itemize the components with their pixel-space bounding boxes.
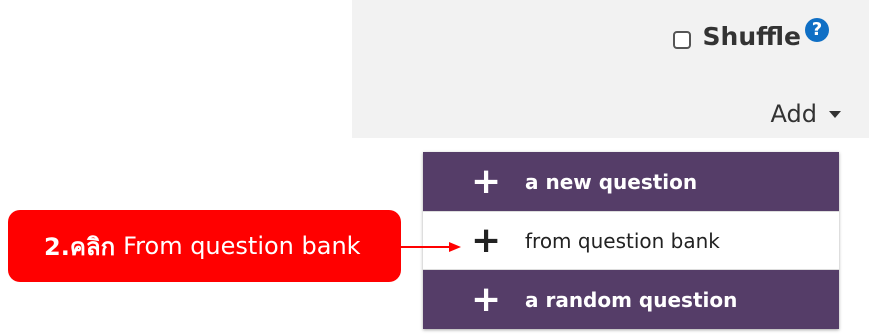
add-dropdown-menu: + a new question + from question bank + … [423,152,839,329]
plus-icon: + [471,219,502,261]
callout-text: From question bank [123,232,361,260]
callout-step: 2.คลิก [44,232,116,261]
shuffle-checkbox[interactable] [672,30,691,49]
menu-item-label: from question bank [525,228,720,253]
add-dropdown-toggle[interactable]: Add [771,100,841,128]
callout-arrow-icon [401,242,461,252]
menu-item-label: a new question [525,169,698,194]
shuffle-control: Shuffle ? [672,17,829,51]
instruction-callout: 2.คลิก From question bank [8,210,401,282]
menu-item-label: a random question [525,287,738,312]
menu-item-random-question[interactable]: + a random question [423,270,839,329]
plus-icon: + [471,160,502,202]
menu-item-new-question[interactable]: + a new question [423,152,839,211]
caret-down-icon [829,110,841,118]
question-settings-panel: Shuffle ? Add [352,0,869,138]
add-label: Add [770,100,817,128]
menu-item-from-question-bank[interactable]: + from question bank [423,211,839,270]
help-icon[interactable]: ? [805,17,829,42]
shuffle-label[interactable]: Shuffle [703,22,801,51]
plus-icon: + [471,278,502,320]
